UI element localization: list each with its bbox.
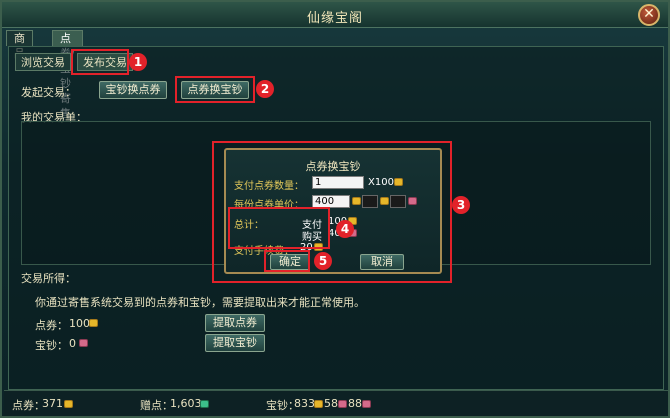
background-quest-panel [481, 122, 653, 161]
badge-2: 2 [256, 80, 274, 98]
pay-qty-input[interactable]: 1 [312, 176, 364, 189]
highlight-box-2 [175, 76, 255, 103]
bottom-dianquan-label: 点券： [12, 399, 45, 412]
bottom-dianquan-value: 371 [42, 397, 63, 410]
proceeds-notice: 你通过寄售系统交易到的点券和宝钞，需要提取出来才能正常使用。 [35, 296, 365, 309]
currency-bar: 点券： 371 赠点： 1,603 宝钞： 833 58 88 [4, 390, 668, 416]
main-window: 仙缘宝阁 ✕ 商品 点券/宝钞寄售 浏览交易 发布交易 1 发起交易： 宝钞换点… [0, 0, 670, 418]
badge-4: 4 [336, 220, 354, 238]
proceeds-baochao-value: 0 [69, 337, 76, 350]
bottom-baochao-v3: 88 [348, 397, 362, 410]
initiate-label: 发起交易： [21, 86, 76, 99]
subtab-browse[interactable]: 浏览交易 [15, 53, 71, 71]
proceeds-dianquan-value: 100 [69, 317, 90, 330]
bottom-zengdian-label: 赠点： [140, 399, 173, 412]
price-slot-2[interactable] [390, 195, 406, 208]
baochao-icon [338, 400, 347, 408]
baochao-icon [362, 400, 371, 408]
badge-3: 3 [452, 196, 470, 214]
tab-consignment[interactable]: 点券/宝钞寄售 [52, 30, 83, 120]
baochao-to-dianquan-button[interactable]: 宝钞换点券 [99, 81, 167, 99]
highlight-box-1 [71, 49, 129, 75]
badge-1: 1 [129, 53, 147, 71]
badge-5: 5 [314, 252, 332, 270]
cancel-button[interactable]: 取消 [360, 254, 404, 270]
extract-dianquan-button[interactable]: 提取点券 [205, 314, 265, 332]
tab-goods[interactable]: 商品 [6, 30, 33, 60]
dialog-title: 点券换宝钞 [305, 160, 361, 173]
baochao-icon [79, 339, 88, 347]
dianquan-coin-icon [64, 400, 73, 408]
baochao-icon [408, 197, 417, 205]
pay-qty-label: 支付点券数量： [234, 181, 304, 192]
dianquan-coin-icon [89, 319, 98, 327]
dianquan-coin-icon [394, 178, 403, 186]
coin-icon-gold [314, 400, 323, 408]
title-bar: 仙缘宝阁 ✕ [2, 2, 668, 28]
price-slot-1[interactable] [362, 195, 378, 208]
pay-qty-unit: X100 [368, 177, 394, 188]
proceeds-label: 交易所得： [21, 272, 76, 285]
proceeds-baochao-label: 宝钞： [35, 339, 68, 352]
window-title: 仙缘宝阁 [306, 11, 363, 26]
proceeds-dianquan-label: 点券： [35, 319, 68, 332]
bottom-zengdian-value: 1,603 [170, 397, 202, 410]
bottom-baochao-v1: 833 [294, 397, 315, 410]
coin-icon-1 [352, 197, 361, 205]
coin-icon-2 [380, 197, 389, 205]
close-icon[interactable]: ✕ [638, 4, 660, 26]
zengdian-icon [200, 400, 209, 408]
bottom-baochao-v2: 58 [324, 397, 338, 410]
extract-baochao-button[interactable]: 提取宝钞 [205, 334, 265, 352]
highlight-box-4 [228, 207, 330, 249]
highlight-box-5 [264, 250, 310, 272]
